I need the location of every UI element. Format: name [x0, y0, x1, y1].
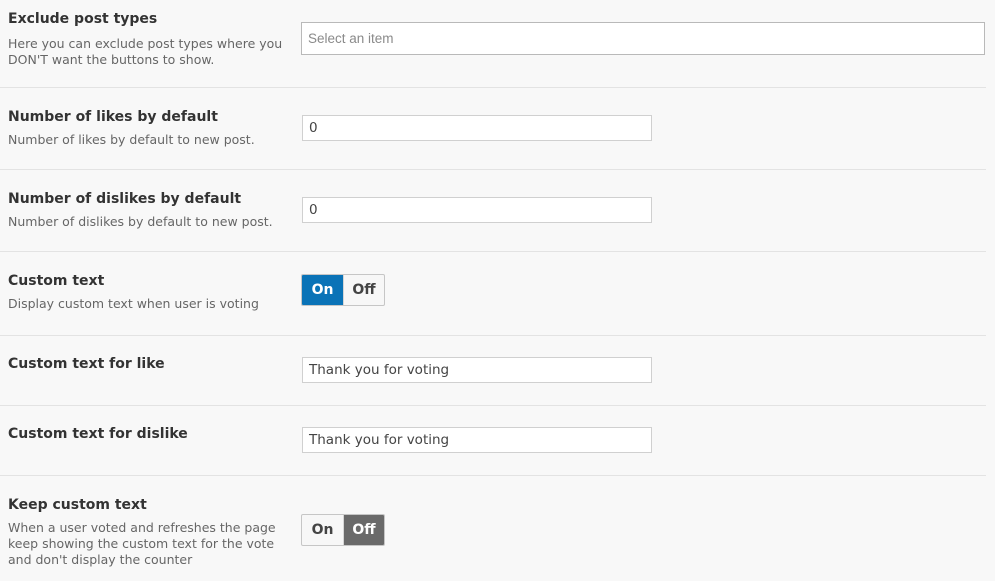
setting-title: Number of dislikes by default — [8, 191, 242, 207]
setting-description: When a user voted and refreshes the page… — [8, 520, 276, 567]
setting-label-group: Custom text for dislike — [8, 425, 293, 443]
setting-row-likes-default: Number of likes by default Number of lik… — [0, 88, 986, 170]
setting-title: Custom text for dislike — [8, 426, 188, 442]
keep-custom-text-switch: On Off — [301, 514, 385, 546]
setting-label-group: Custom text Display custom text when use… — [8, 272, 293, 312]
setting-row-custom-text-like: Custom text for like Thank you for votin… — [0, 336, 986, 406]
exclude-post-types-select[interactable]: Select an item — [301, 22, 985, 55]
custom-text-dislike-input[interactable]: Thank you for voting — [302, 427, 652, 453]
setting-label-group: Number of dislikes by default Number of … — [8, 190, 293, 230]
setting-description: Here you can exclude post types where yo… — [8, 36, 283, 67]
switch-on-button[interactable]: On — [302, 515, 343, 545]
setting-label-group: Custom text for like — [8, 355, 293, 373]
dislikes-default-input[interactable]: 0 — [302, 197, 652, 223]
setting-row-custom-text: Custom text Display custom text when use… — [0, 252, 986, 336]
switch-on-button[interactable]: On — [302, 275, 343, 305]
setting-label-group: Number of likes by default Number of lik… — [8, 108, 293, 148]
settings-form: Exclude post types Here you can exclude … — [0, 0, 995, 581]
setting-title: Custom text for like — [8, 356, 165, 372]
setting-title: Keep custom text — [8, 497, 147, 513]
setting-title: Exclude post types — [8, 11, 158, 27]
setting-title: Number of likes by default — [8, 109, 218, 125]
custom-text-switch: On Off — [301, 274, 385, 306]
setting-description: Number of likes by default to new post. — [8, 132, 255, 147]
setting-label-group: Keep custom text When a user voted and r… — [8, 496, 293, 568]
setting-row-dislikes-default: Number of dislikes by default Number of … — [0, 170, 986, 252]
likes-default-input[interactable]: 0 — [302, 115, 652, 141]
setting-row-keep-custom-text: Keep custom text When a user voted and r… — [0, 476, 986, 581]
setting-description: Display custom text when user is voting — [8, 296, 259, 311]
switch-off-button[interactable]: Off — [343, 515, 384, 545]
switch-off-button[interactable]: Off — [343, 275, 384, 305]
custom-text-like-input[interactable]: Thank you for voting — [302, 357, 652, 383]
setting-title: Custom text — [8, 273, 105, 289]
setting-label-group: Exclude post types Here you can exclude … — [8, 10, 293, 68]
setting-row-custom-text-dislike: Custom text for dislike Thank you for vo… — [0, 406, 986, 476]
setting-row-exclude-post-types: Exclude post types Here you can exclude … — [0, 0, 986, 88]
setting-description: Number of dislikes by default to new pos… — [8, 214, 273, 229]
